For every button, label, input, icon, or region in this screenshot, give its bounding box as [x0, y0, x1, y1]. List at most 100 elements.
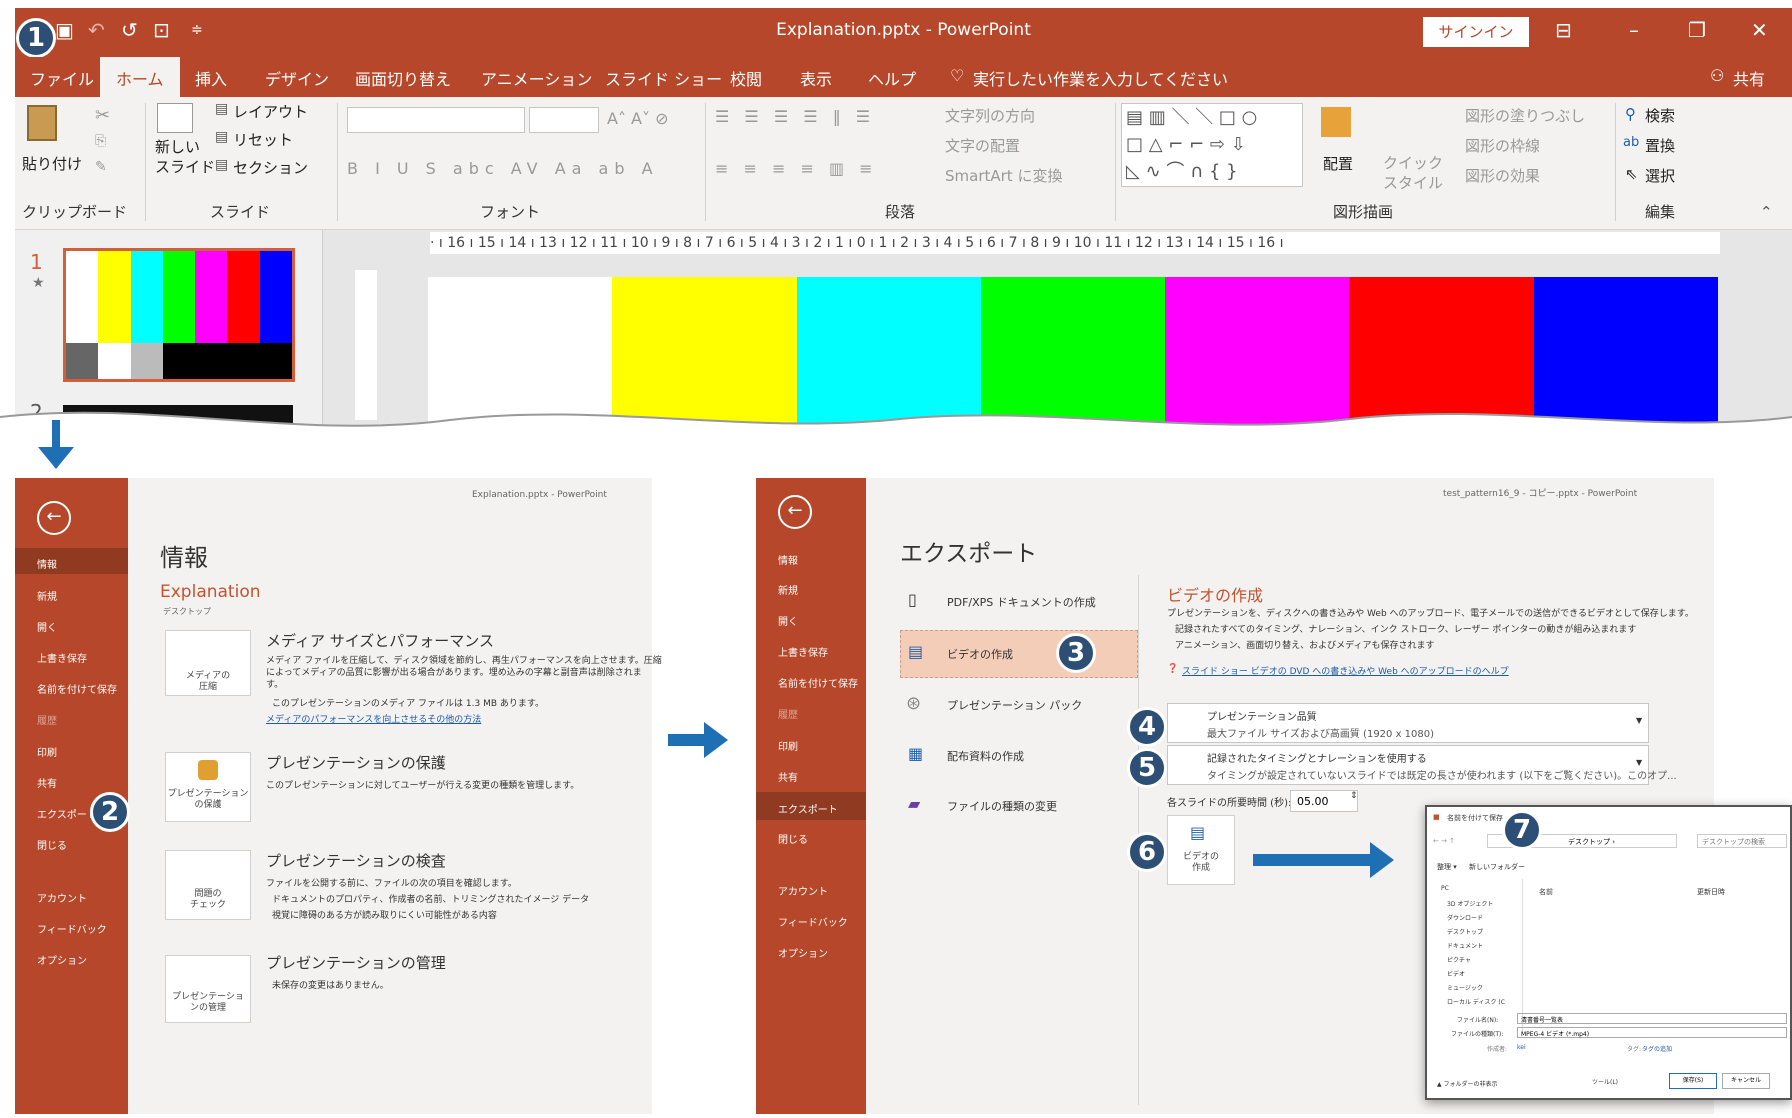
thumbnail-scrollbar[interactable]: [322, 230, 342, 425]
slide-thumbnail-1[interactable]: [63, 248, 295, 382]
back-icon[interactable]: ←: [778, 495, 812, 529]
tree-item-pictures[interactable]: ピクチャ: [1447, 955, 1471, 964]
font-name-box[interactable]: [347, 107, 525, 133]
text-align-button[interactable]: 文字の配置: [945, 135, 1020, 156]
arrange-icon[interactable]: [1321, 107, 1351, 137]
tab-help[interactable]: ヘルプ: [868, 66, 916, 90]
smartart-button[interactable]: SmartArt に変換: [945, 165, 1062, 186]
media-link[interactable]: メディアのパフォーマンスを向上させるその他の方法: [266, 712, 481, 725]
nav-history[interactable]: 履歴: [778, 706, 798, 721]
back-icon[interactable]: ←: [37, 501, 71, 535]
tab-insert[interactable]: 挿入: [195, 66, 227, 90]
paste-label[interactable]: 貼り付け: [22, 153, 82, 174]
nav-export[interactable]: エクスポート: [756, 792, 866, 820]
manage-button[interactable]: プレゼンテーショ ンの管理: [165, 955, 251, 1023]
nav-feedback[interactable]: フィードバック: [778, 914, 848, 929]
restore-icon[interactable]: ❐: [1688, 18, 1706, 42]
video-help-link[interactable]: スライド ショー ビデオの DVD への書き込みや Web へのアップロードのヘ…: [1182, 664, 1509, 677]
author-value[interactable]: kei: [1517, 1044, 1526, 1051]
shape-effect-button[interactable]: 図形の効果: [1465, 165, 1540, 186]
find-button[interactable]: 検索: [1645, 105, 1675, 126]
minimize-icon[interactable]: –: [1629, 18, 1639, 42]
text-direction-button[interactable]: 文字列の方向: [945, 105, 1035, 126]
format-painter-icon[interactable]: ✎: [95, 159, 107, 175]
nav-export[interactable]: エクスポート: [37, 806, 97, 821]
font-format-icons[interactable]: B I U S abc AV Aa ab A: [347, 159, 659, 178]
shape-fill-button[interactable]: 図形の塗りつぶし: [1465, 105, 1585, 126]
ribbon-display-icon[interactable]: ⊟: [1555, 18, 1572, 42]
tree-item-pc[interactable]: PC: [1441, 885, 1449, 892]
col-date[interactable]: 更新日時: [1697, 887, 1725, 897]
nav-account[interactable]: アカウント: [778, 883, 828, 898]
save-button[interactable]: 保存(S): [1669, 1073, 1717, 1089]
shape-outline-button[interactable]: 図形の枠線: [1465, 135, 1540, 156]
layout-button[interactable]: レイアウト: [233, 101, 308, 122]
tell-me-box[interactable]: 実行したい作業を入力してください: [973, 66, 1228, 90]
tools-button[interactable]: ツール(L): [1592, 1077, 1618, 1086]
arrange-label[interactable]: 配置: [1323, 153, 1353, 174]
nav-info[interactable]: 情報: [778, 552, 798, 567]
organize-button[interactable]: 整理 ▾: [1437, 862, 1457, 872]
section-button[interactable]: セクション: [233, 157, 308, 178]
select-button[interactable]: 選択: [1645, 165, 1675, 186]
dialog-search-box[interactable]: デスクトップの検索: [1697, 834, 1787, 848]
tab-view[interactable]: 表示: [800, 66, 832, 90]
slide-scrollbar[interactable]: [1765, 230, 1787, 425]
col-name[interactable]: 名前: [1539, 887, 1553, 897]
tag-input[interactable]: タグの追加: [1642, 1044, 1672, 1053]
replace-button[interactable]: 置換: [1645, 135, 1675, 156]
nav-open[interactable]: 開く: [778, 613, 798, 628]
check-issues-button[interactable]: 問題の チェック: [165, 850, 251, 920]
nav-share[interactable]: 共有: [37, 775, 57, 790]
cancel-button[interactable]: キャンセル: [1722, 1073, 1770, 1089]
nav-feedback[interactable]: フィードバック: [37, 921, 107, 936]
tree-item-documents[interactable]: ドキュメント: [1447, 941, 1483, 950]
collapse-ribbon-icon[interactable]: ⌃: [1760, 203, 1773, 221]
nav-print[interactable]: 印刷: [37, 744, 57, 759]
nav-save-as[interactable]: 名前を付けて保存: [778, 675, 858, 690]
tab-review[interactable]: 校閲: [730, 66, 762, 90]
hide-folders-button[interactable]: ▲ フォルダーの非表示: [1437, 1079, 1498, 1088]
tab-animations[interactable]: アニメーション: [481, 66, 592, 90]
close-icon[interactable]: ✕: [1751, 18, 1768, 42]
quick-style-label[interactable]: クイック スタイル: [1383, 153, 1443, 193]
nav-account[interactable]: アカウント: [37, 890, 87, 905]
nav-info[interactable]: 情報: [15, 548, 128, 574]
font-size-box[interactable]: [529, 107, 599, 133]
export-option-pdf[interactable]: PDF/XPS ドキュメントの作成: [947, 594, 1096, 610]
tab-design[interactable]: デザイン: [265, 66, 329, 90]
nav-save-as[interactable]: 名前を付けて保存: [37, 681, 117, 696]
nav-save[interactable]: 上書き保存: [778, 644, 828, 659]
new-slide-label[interactable]: 新しい スライド: [155, 137, 215, 177]
tree-item-local-disk[interactable]: ローカル ディスク (C: [1447, 997, 1505, 1006]
shapes-gallery[interactable]: ▤ ▥ ＼ ＼ □ ○ □ △ ⌐ ⌐ ⇨ ⇩ ◺ ∿ ⌒ ∩ { }: [1121, 103, 1303, 187]
list-icons[interactable]: ☰ ☰ ☰ ☰ ‖ ☰: [715, 107, 875, 126]
nav-new[interactable]: 新規: [778, 582, 798, 597]
share-button[interactable]: 共有: [1733, 66, 1765, 90]
nav-close[interactable]: 閉じる: [37, 837, 67, 852]
copy-icon[interactable]: ⎘: [95, 133, 106, 149]
new-folder-button[interactable]: 新しいフォルダー: [1469, 862, 1525, 872]
paste-icon[interactable]: [27, 105, 57, 141]
nav-print[interactable]: 印刷: [778, 738, 798, 753]
cut-icon[interactable]: ✂: [95, 105, 110, 126]
nav-close[interactable]: 閉じる: [778, 831, 808, 846]
reset-button[interactable]: リセット: [233, 129, 293, 150]
compress-media-button[interactable]: メディアの 圧縮: [165, 630, 251, 696]
nav-options[interactable]: オプション: [778, 945, 828, 960]
nav-new[interactable]: 新規: [37, 588, 57, 603]
tab-home[interactable]: ホーム: [100, 57, 180, 97]
seconds-input[interactable]: 05.00: [1290, 790, 1358, 812]
nav-history[interactable]: 履歴: [37, 712, 57, 727]
nav-open[interactable]: 開く: [37, 619, 57, 634]
nav-save[interactable]: 上書き保存: [37, 650, 87, 665]
align-icons[interactable]: ≡ ≡ ≡ ≡ ▥ ≡: [715, 159, 878, 178]
export-option-package[interactable]: プレゼンテーション パック: [947, 697, 1082, 713]
tree-item-videos[interactable]: ビデオ: [1447, 969, 1465, 978]
nav-share[interactable]: 共有: [778, 769, 798, 784]
tree-item-desktop[interactable]: デスクトップ: [1447, 927, 1483, 936]
tab-file[interactable]: ファイル: [30, 66, 94, 90]
tree-item-music[interactable]: ミュージック: [1447, 983, 1483, 992]
new-slide-icon[interactable]: [157, 103, 193, 133]
nav-options[interactable]: オプション: [37, 952, 87, 967]
